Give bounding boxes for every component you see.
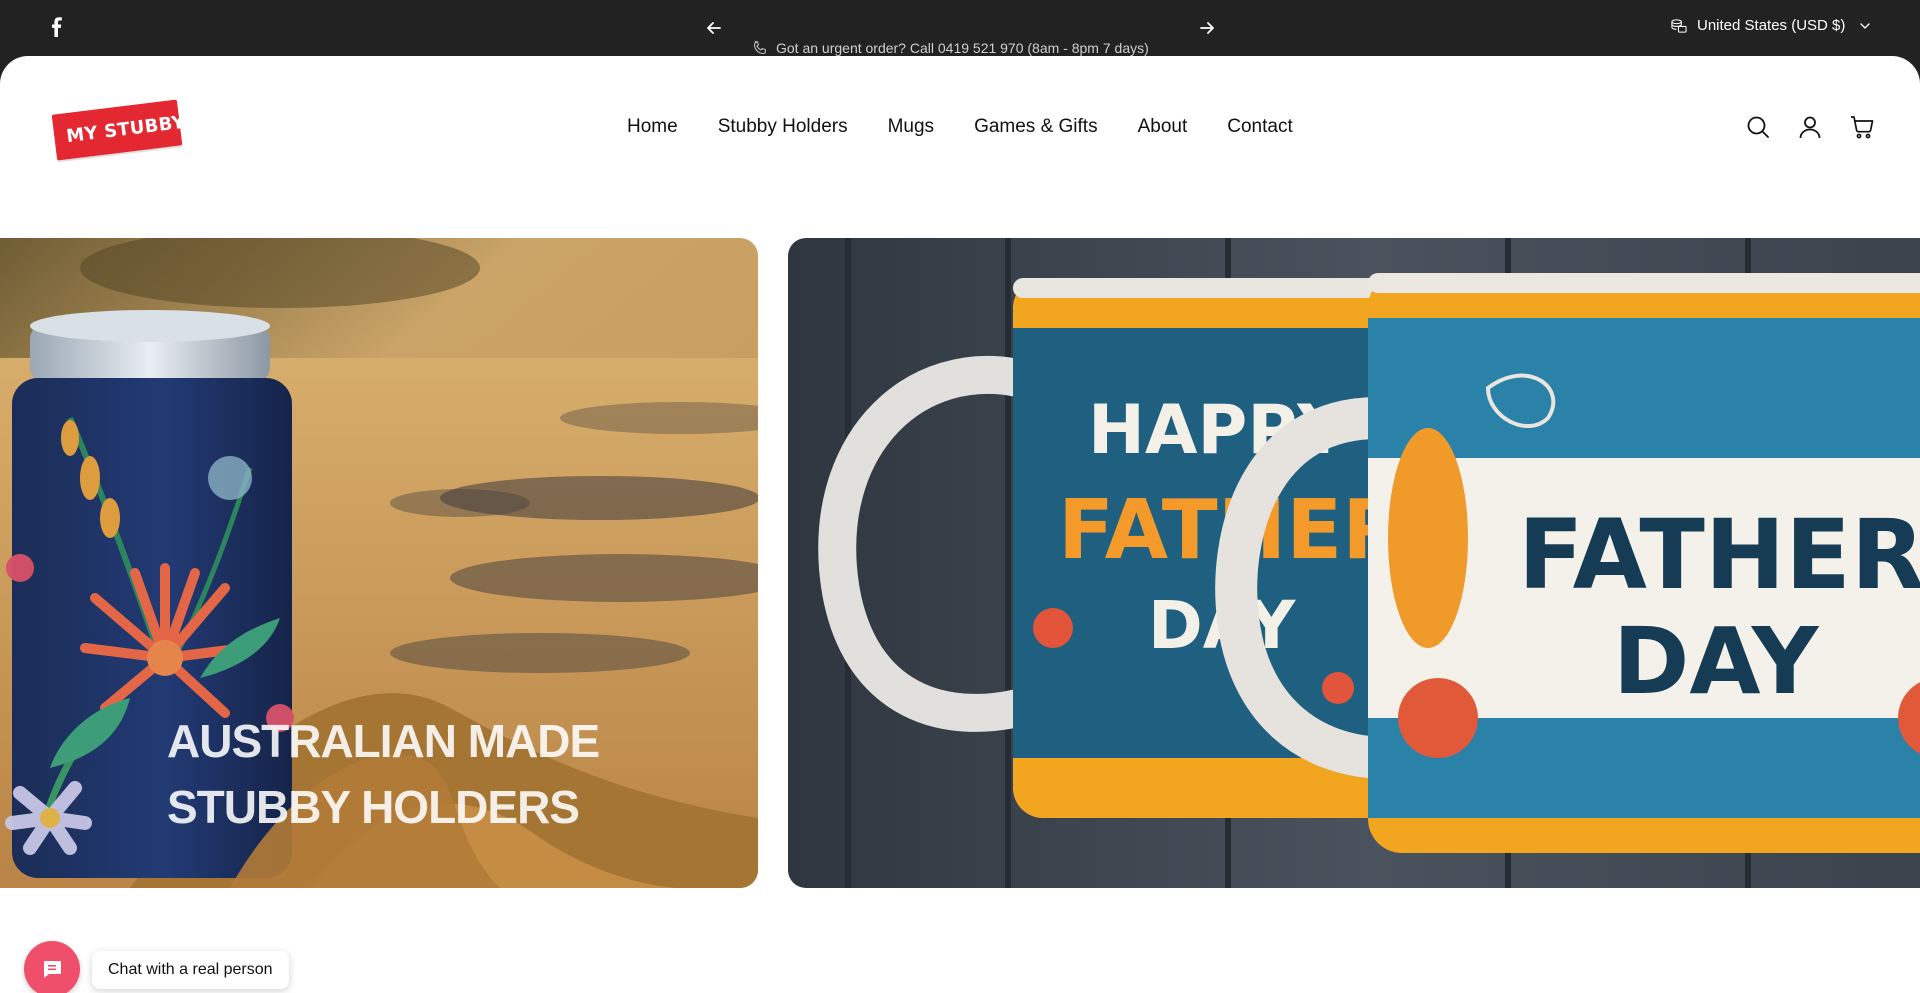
chat-bubble-icon xyxy=(44,961,61,978)
phone-icon xyxy=(753,40,767,55)
facebook-icon[interactable] xyxy=(48,17,66,37)
chevron-down-icon xyxy=(1860,22,1871,29)
main-navigation: Home Stubby Holders Mugs Games & Gifts A… xyxy=(627,116,1293,138)
previous-announcement-button[interactable] xyxy=(704,18,724,38)
hero-slide-fathers-day-mugs[interactable]: HAPPY FATHER'S DAY FATHER'S DAY xyxy=(788,238,1920,888)
site-logo[interactable]: MY STUBBY xyxy=(51,99,186,161)
nav-item-mugs[interactable]: Mugs xyxy=(888,116,934,138)
nav-item-home[interactable]: Home xyxy=(627,116,678,138)
currency-icon xyxy=(1671,19,1687,33)
page-body: MY STUBBY Home Stubby Holders Mugs Games… xyxy=(0,56,1920,993)
hero-slide-stubby-holders[interactable]: AUSTRALIAN MADE STUBBY HOLDERS xyxy=(0,238,758,888)
announcement-text: Got an urgent order? Call 0419 521 970 (… xyxy=(776,40,1149,56)
nav-item-stubby-holders[interactable]: Stubby Holders xyxy=(718,116,848,138)
nav-item-about[interactable]: About xyxy=(1138,116,1188,138)
announcement-text-row: Got an urgent order? Call 0419 521 970 (… xyxy=(752,38,1149,58)
currency-label: United States (USD $) xyxy=(1697,17,1846,34)
svg-text:FATHER'S: FATHER'S xyxy=(1518,499,1920,611)
nav-item-games-gifts[interactable]: Games & Gifts xyxy=(974,116,1098,138)
search-icon[interactable] xyxy=(1746,115,1770,139)
svg-text:DAY: DAY xyxy=(1613,608,1820,715)
next-announcement-button[interactable] xyxy=(1197,18,1217,38)
chat-label[interactable]: Chat with a real person xyxy=(92,951,289,989)
header-actions xyxy=(1746,115,1874,139)
chat-button[interactable] xyxy=(24,941,80,993)
account-icon[interactable] xyxy=(1798,115,1822,139)
fathers-day-mugs-image: HAPPY FATHER'S DAY FATHER'S DAY xyxy=(788,238,1920,888)
cart-icon[interactable] xyxy=(1850,115,1874,139)
nav-item-contact[interactable]: Contact xyxy=(1227,116,1292,138)
currency-selector[interactable]: United States (USD $) xyxy=(1670,17,1871,34)
hero-slide-title: AUSTRALIAN MADE STUBBY HOLDERS xyxy=(167,715,600,833)
announcement-bar: Got an urgent order? Call 0419 521 970 (… xyxy=(0,0,1920,60)
